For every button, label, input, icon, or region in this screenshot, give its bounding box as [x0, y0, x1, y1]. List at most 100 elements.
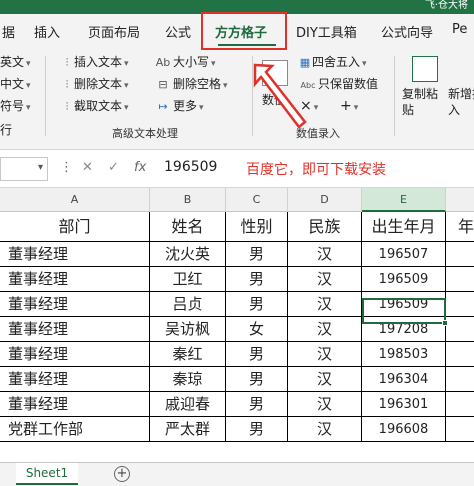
- cell-extra[interactable]: [446, 367, 474, 392]
- ribbon-english[interactable]: 英文 ▾: [0, 54, 31, 72]
- cell-department[interactable]: 董事经理: [0, 242, 150, 267]
- clipboard-icon[interactable]: [412, 56, 438, 82]
- more-options-icon[interactable]: ⋮: [60, 160, 73, 175]
- chevron-down-icon: ▾: [124, 103, 129, 113]
- cell-department[interactable]: 董事经理: [0, 367, 150, 392]
- cell-name[interactable]: 秦琼: [150, 367, 226, 392]
- ribbon-chinese[interactable]: 中文 ▾: [0, 76, 31, 94]
- cell-gender[interactable]: 男: [226, 392, 288, 417]
- column-header-f[interactable]: [446, 188, 474, 212]
- cell-name[interactable]: 秦红: [150, 342, 226, 367]
- delete-spaces-button[interactable]: ⊟ 删除空格 ▾: [153, 76, 228, 94]
- column-header-e[interactable]: E: [362, 188, 446, 212]
- cell-gender[interactable]: 男: [226, 267, 288, 292]
- header-cell-birth[interactable]: 出生年月: [362, 212, 446, 242]
- cell-department[interactable]: 董事经理: [0, 292, 150, 317]
- insert-text-button[interactable]: ⫶ 插入文本 ▾: [60, 54, 129, 72]
- tab-insert[interactable]: 插入: [34, 22, 60, 41]
- ribbon-row[interactable]: 行: [0, 122, 12, 138]
- header-cell-name[interactable]: 姓名: [150, 212, 226, 242]
- cell-gender[interactable]: 男: [226, 417, 288, 442]
- new-insert-button[interactable]: 新增插入: [448, 86, 474, 118]
- name-box[interactable]: ▾: [0, 157, 48, 181]
- cell-name[interactable]: 沈火英: [150, 242, 226, 267]
- formula-input[interactable]: 196509: [164, 159, 217, 175]
- cell-gender[interactable]: 女: [226, 317, 288, 342]
- cell-department[interactable]: 董事经理: [0, 392, 150, 417]
- cell-gender[interactable]: 男: [226, 292, 288, 317]
- delete-text-icon: ⫶: [65, 78, 69, 91]
- column-header-d[interactable]: D: [288, 188, 362, 212]
- extract-text-icon: ⫶: [65, 100, 69, 113]
- header-cell-extra[interactable]: 年: [446, 212, 474, 242]
- cell-department[interactable]: 董事经理: [0, 342, 150, 367]
- cell-birth[interactable]: 198503: [362, 342, 446, 367]
- copy-paste-button[interactable]: 复制粘贴: [402, 86, 442, 118]
- cancel-icon[interactable]: ✕: [82, 160, 93, 175]
- chevron-down-icon: ▾: [362, 59, 367, 69]
- delete-text-button[interactable]: ⫶ 删除文本 ▾: [60, 76, 129, 94]
- extract-text-button[interactable]: ⫶ 截取文本 ▾: [60, 98, 129, 116]
- tab-page-layout[interactable]: 页面布局: [88, 22, 140, 41]
- keep-value-button[interactable]: Abc 只保留数值: [298, 76, 379, 94]
- header-cell-ethnicity[interactable]: 民族: [288, 212, 362, 242]
- cell-department[interactable]: 党群工作部: [0, 417, 150, 442]
- cell-department[interactable]: 董事经理: [0, 267, 150, 292]
- cell-gender[interactable]: 男: [226, 367, 288, 392]
- cell-ethnicity[interactable]: 汉: [288, 292, 362, 317]
- cell-extra[interactable]: [446, 342, 474, 367]
- cell-name[interactable]: 卫红: [150, 267, 226, 292]
- annotation-text: 百度它，即可下载安装: [246, 162, 386, 178]
- cell-gender[interactable]: 男: [226, 242, 288, 267]
- tab-pe[interactable]: Pe: [452, 22, 467, 37]
- column-header-c[interactable]: C: [226, 188, 288, 212]
- cell-name[interactable]: 吴访枫: [150, 317, 226, 342]
- confirm-icon[interactable]: ✓: [108, 160, 119, 175]
- user-name[interactable]: 飞·仓大将: [425, 0, 468, 12]
- cell-ethnicity[interactable]: 汉: [288, 392, 362, 417]
- tab-formulas[interactable]: 公式: [165, 22, 191, 41]
- chevron-down-icon: ▾: [223, 81, 228, 91]
- formula-bar: ▾ ⋮ ✕ ✓ fx 196509 百度它，即可下载安装: [0, 151, 474, 188]
- function-icon[interactable]: fx: [134, 160, 146, 175]
- cell-birth[interactable]: 196301: [362, 392, 446, 417]
- cell-extra[interactable]: [446, 317, 474, 342]
- tab-diy-toolbox[interactable]: DIY工具箱: [296, 22, 357, 41]
- cell-birth[interactable]: 196509: [362, 267, 446, 292]
- case-button[interactable]: Ab 大小写 ▾: [153, 54, 216, 72]
- column-header-b[interactable]: B: [150, 188, 226, 212]
- cell-extra[interactable]: [446, 242, 474, 267]
- cell-ethnicity[interactable]: 汉: [288, 417, 362, 442]
- cell-extra[interactable]: [446, 267, 474, 292]
- cell-department[interactable]: 董事经理: [0, 317, 150, 342]
- selected-cell[interactable]: [362, 298, 448, 326]
- cell-extra[interactable]: [446, 392, 474, 417]
- cell-ethnicity[interactable]: 汉: [288, 317, 362, 342]
- cell-ethnicity[interactable]: 汉: [288, 342, 362, 367]
- tab-formula-wizard[interactable]: 公式向导: [381, 22, 433, 41]
- cell-ethnicity[interactable]: 汉: [288, 242, 362, 267]
- add-sheet-button[interactable]: +: [114, 466, 130, 482]
- cell-name[interactable]: 吕贞: [150, 292, 226, 317]
- cell-extra[interactable]: [446, 417, 474, 442]
- column-header-a[interactable]: A: [0, 188, 150, 212]
- header-cell-department[interactable]: 部门: [0, 212, 150, 242]
- cell-name[interactable]: 戚迎春: [150, 392, 226, 417]
- fill-handle[interactable]: [442, 320, 448, 326]
- cell-ethnicity[interactable]: 汉: [288, 367, 362, 392]
- delete-spaces-icon: ⊟: [158, 78, 168, 91]
- cell-birth[interactable]: 196507: [362, 242, 446, 267]
- cell-birth[interactable]: 196304: [362, 367, 446, 392]
- cell-name[interactable]: 严太群: [150, 417, 226, 442]
- plus-button[interactable]: + ▾: [340, 98, 358, 116]
- cell-gender[interactable]: 男: [226, 342, 288, 367]
- header-cell-gender[interactable]: 性别: [226, 212, 288, 242]
- cell-birth[interactable]: 196608: [362, 417, 446, 442]
- chevron-down-icon: ▾: [26, 81, 31, 91]
- sheet-tab-sheet1[interactable]: Sheet1: [16, 463, 78, 485]
- cell-ethnicity[interactable]: 汉: [288, 267, 362, 292]
- cell-extra[interactable]: [446, 292, 474, 317]
- ribbon-symbol[interactable]: 符号 ▾: [0, 98, 31, 116]
- more-button[interactable]: ↦ 更多 ▾: [153, 98, 203, 116]
- tab-data[interactable]: 据: [2, 22, 15, 41]
